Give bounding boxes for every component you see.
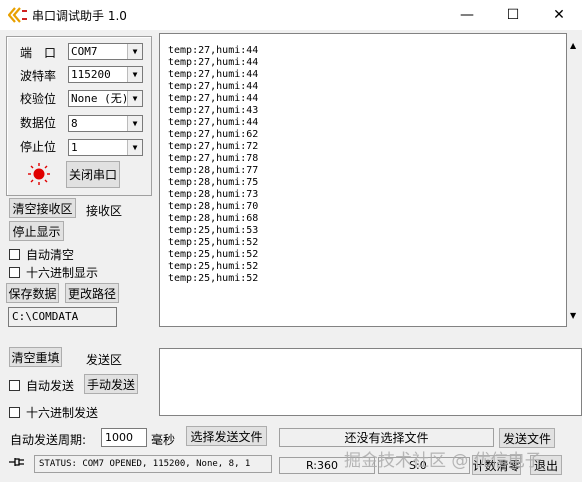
- chevron-down-icon: ▼: [127, 67, 142, 82]
- period-input[interactable]: 1000: [101, 428, 147, 447]
- port-status-led-icon: [28, 163, 50, 185]
- chevron-down-icon: ▼: [127, 140, 142, 155]
- receive-line: temp:27,humi:44: [168, 93, 259, 104]
- plug-icon: [9, 458, 24, 466]
- chevron-down-icon: ▼: [127, 44, 142, 59]
- maximize-button[interactable]: ☐: [490, 0, 536, 30]
- auto-clear-label: 自动清空: [26, 248, 75, 262]
- stop-display-button[interactable]: 停止显示: [9, 221, 64, 241]
- receive-line: temp:27,humi:78: [168, 153, 259, 164]
- chevron-down-icon: ▼: [127, 116, 142, 131]
- baud-value: 115200: [71, 68, 111, 81]
- hex-send-checkbox[interactable]: 十六进制发送: [9, 404, 98, 421]
- app-logo-icon: [8, 7, 27, 23]
- receive-line: temp:27,humi:72: [168, 141, 259, 152]
- minimize-button[interactable]: —: [444, 0, 490, 30]
- receive-line: temp:27,humi:44: [168, 69, 259, 80]
- parity-value: None (无): [71, 92, 129, 105]
- status-text-field: STATUS: COM7 OPENED, 115200, None, 8, 1: [34, 455, 272, 473]
- send-file-button[interactable]: 发送文件: [499, 428, 555, 448]
- databits-label: 数据位: [20, 116, 57, 130]
- receive-line: temp:27,humi:44: [168, 45, 259, 56]
- file-status-field: 还没有选择文件: [279, 428, 494, 447]
- manual-send-button[interactable]: 手动发送: [84, 374, 138, 394]
- port-select[interactable]: COM7 ▼: [68, 43, 143, 60]
- minimize-icon: —: [460, 7, 474, 23]
- chevron-down-icon: ▼: [570, 311, 577, 320]
- receive-line: temp:28,humi:75: [168, 177, 259, 188]
- send-textarea[interactable]: [159, 348, 582, 416]
- hex-display-checkbox[interactable]: 十六进制显示: [9, 264, 98, 281]
- baud-label: 波特率: [20, 69, 57, 83]
- stopbits-value: 1: [71, 141, 78, 154]
- receive-scrollbar[interactable]: ▲ ▼: [567, 33, 582, 327]
- checkbox-box: [9, 267, 20, 278]
- auto-clear-checkbox[interactable]: 自动清空: [9, 246, 74, 263]
- receive-line: temp:27,humi:62: [168, 129, 259, 140]
- clear-send-button[interactable]: 清空重填: [9, 347, 62, 367]
- stopbits-select[interactable]: 1 ▼: [68, 139, 143, 156]
- checkbox-box: [9, 249, 20, 260]
- maximize-icon: ☐: [506, 7, 520, 23]
- chevron-down-icon: ▼: [127, 91, 142, 106]
- stopbits-label: 停止位: [20, 140, 57, 154]
- baud-select[interactable]: 115200 ▼: [68, 66, 143, 83]
- receive-area-label: 接收区: [86, 204, 123, 218]
- select-file-button[interactable]: 选择发送文件: [186, 426, 267, 446]
- receive-line: temp:25,humi:52: [168, 249, 259, 260]
- receive-line: temp:25,humi:52: [168, 261, 259, 272]
- receive-line: temp:28,humi:77: [168, 165, 259, 176]
- receive-line: temp:27,humi:44: [168, 117, 259, 128]
- chevron-up-icon: ▲: [570, 41, 577, 50]
- port-value: COM7: [71, 45, 98, 58]
- receive-line: temp:28,humi:68: [168, 213, 259, 224]
- auto-send-label: 自动发送: [26, 379, 75, 393]
- hex-send-label: 十六进制发送: [26, 406, 99, 420]
- receive-lines: temp:27,humi:44 temp:27,humi:44 temp:27,hu…: [168, 45, 258, 285]
- auto-send-checkbox[interactable]: 自动发送: [9, 377, 74, 394]
- databits-value: 8: [71, 117, 78, 130]
- close-icon: ✕: [553, 7, 565, 23]
- port-label: 端 口: [20, 46, 57, 60]
- save-path-field[interactable]: C:\COMDATA: [8, 307, 117, 327]
- clear-receive-button[interactable]: 清空接收区: [9, 198, 76, 218]
- receive-line: temp:25,humi:52: [168, 273, 259, 284]
- checkbox-box: [9, 380, 20, 391]
- checkbox-box: [9, 407, 20, 418]
- receive-line: temp:27,humi:44: [168, 57, 259, 68]
- watermark-text: 掘金技术社区 @ 优信电子: [344, 451, 542, 471]
- receive-line: temp:25,humi:52: [168, 237, 259, 248]
- serial-assistant-window: 串口调试助手 1.0 — ☐ ✕ 端 口 COM7 ▼ 波特率 115200 ▼…: [0, 0, 582, 482]
- change-path-button[interactable]: 更改路径: [65, 283, 119, 303]
- receive-line: temp:25,humi:53: [168, 225, 259, 236]
- receive-line: temp:27,humi:43: [168, 105, 259, 116]
- parity-select[interactable]: None (无) ▼: [68, 90, 143, 107]
- save-data-button[interactable]: 保存数据: [6, 283, 59, 303]
- send-area-label: 发送区: [86, 353, 123, 367]
- receive-line: temp:28,humi:73: [168, 189, 259, 200]
- receive-line: temp:28,humi:70: [168, 201, 259, 212]
- close-port-button[interactable]: 关闭串口: [66, 161, 120, 188]
- period-unit-label: 毫秒: [151, 433, 176, 447]
- hex-display-label: 十六进制显示: [26, 266, 99, 280]
- parity-label: 校验位: [20, 92, 57, 106]
- databits-select[interactable]: 8 ▼: [68, 115, 143, 132]
- window-title: 串口调试助手 1.0: [32, 9, 127, 23]
- receive-line: temp:27,humi:44: [168, 81, 259, 92]
- close-button[interactable]: ✕: [536, 0, 582, 30]
- receive-textarea[interactable]: temp:27,humi:44 temp:27,humi:44 temp:27,hu…: [159, 33, 567, 327]
- title-bar: 串口调试助手 1.0 — ☐ ✕: [0, 0, 582, 30]
- period-label: 自动发送周期:: [10, 433, 87, 447]
